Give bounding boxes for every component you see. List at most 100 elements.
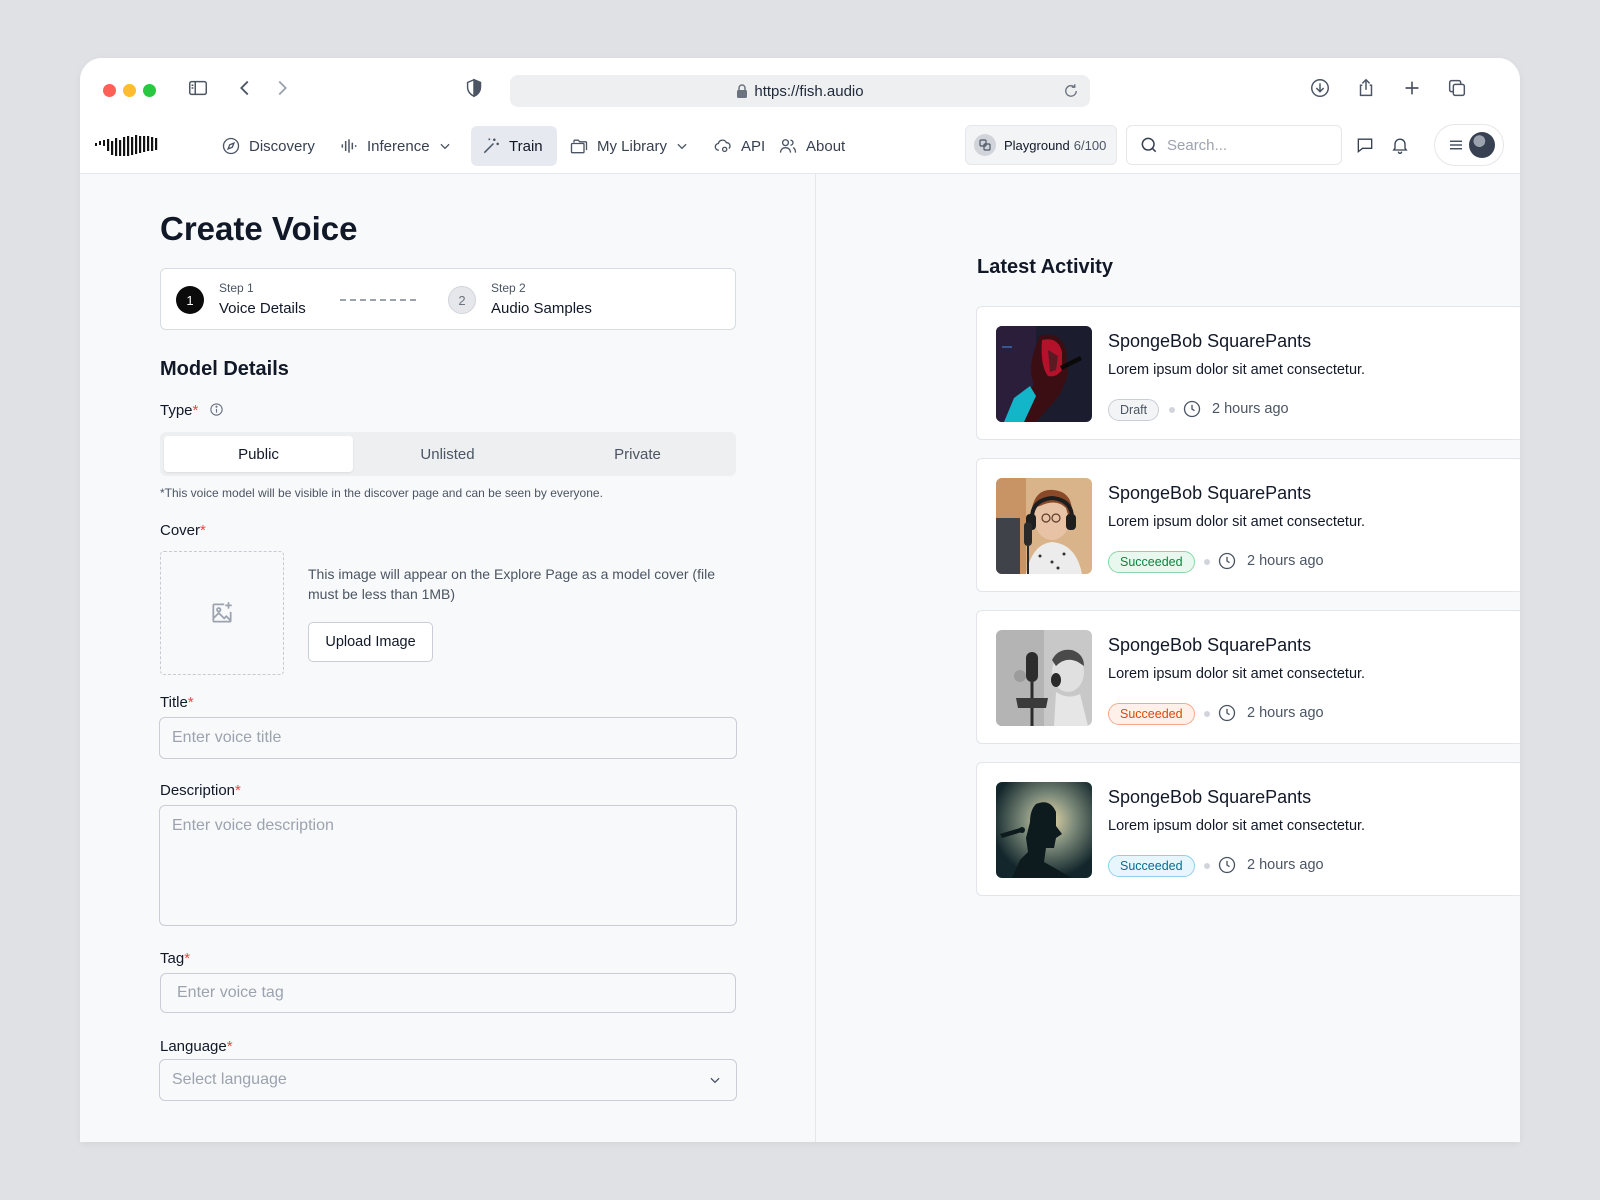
reload-icon[interactable] <box>1062 82 1080 100</box>
maximize-window-button[interactable] <box>143 84 156 97</box>
description-label-text: Description <box>160 782 236 799</box>
activity-card[interactable]: SpongeBob SquarePants Lorem ipsum dolor … <box>976 762 1520 896</box>
minimize-window-button[interactable] <box>123 84 136 97</box>
voice-cover-image <box>996 630 1092 726</box>
page-title: Create Voice <box>160 210 358 247</box>
status-badge: Draft <box>1108 399 1160 421</box>
new-tab-plus-icon[interactable] <box>1398 74 1426 102</box>
separator-dot <box>1204 711 1210 717</box>
tab-overview-icon[interactable] <box>1443 74 1471 102</box>
title-input[interactable]: Enter voice title <box>159 717 737 759</box>
language-label: Language* <box>160 1038 233 1055</box>
required-mark: * <box>235 782 241 799</box>
activity-time: 2 hours ago <box>1247 857 1324 873</box>
language-select[interactable]: Select language <box>159 1059 737 1101</box>
segment-public[interactable]: Public <box>164 436 353 472</box>
type-label: Type* <box>160 402 224 419</box>
activity-time: 2 hours ago <box>1247 705 1324 721</box>
step-1-number[interactable]: 1 <box>176 286 204 314</box>
playground-label: Playground <box>1004 137 1070 153</box>
forward-arrow-icon[interactable] <box>268 74 296 102</box>
close-window-button[interactable] <box>103 84 116 97</box>
separator-dot <box>1204 863 1210 869</box>
voice-cover-image <box>996 478 1092 574</box>
address-bar[interactable]: https://fish.audio <box>510 75 1090 107</box>
nav-about-label: About <box>806 137 846 155</box>
nav-discovery[interactable]: Discovery <box>211 126 325 166</box>
step-connector <box>340 299 416 301</box>
download-icon[interactable] <box>1306 74 1334 102</box>
users-icon <box>779 139 797 153</box>
shield-icon[interactable] <box>460 74 488 102</box>
upload-image-button[interactable]: Upload Image <box>308 622 433 662</box>
hamburger-menu-icon <box>1450 140 1462 150</box>
playground-count: 6/100 <box>1073 137 1107 153</box>
nav-train-label: Train <box>509 137 543 155</box>
share-icon[interactable] <box>1352 74 1380 102</box>
activity-title: SpongeBob SquarePants <box>1108 787 1312 807</box>
description-textarea[interactable]: Enter voice description <box>159 805 737 926</box>
type-label-text: Type <box>160 402 193 419</box>
tag-input[interactable]: Enter voice tag <box>160 973 736 1013</box>
activity-card[interactable]: SpongeBob SquarePants Lorem ipsum dolor … <box>976 306 1520 440</box>
nav-inference-label: Inference <box>367 137 430 155</box>
step-1-label[interactable]: Voice Details <box>219 300 306 317</box>
bell-icon[interactable] <box>1387 132 1413 158</box>
step-2-number[interactable]: 2 <box>448 286 476 314</box>
step-2-label[interactable]: Audio Samples <box>491 300 592 317</box>
status-badge: Succeeded <box>1108 551 1195 573</box>
visibility-segmented-control: Public Unlisted Private <box>160 432 736 476</box>
separator-dot <box>1204 559 1210 565</box>
latest-activity-title: Latest Activity <box>977 256 1113 278</box>
playground-icon <box>974 134 996 156</box>
separator-dot <box>1169 407 1175 413</box>
step-1-caption: Step 1 <box>219 281 254 295</box>
required-mark: * <box>187 694 194 711</box>
title-placeholder: Enter voice title <box>172 729 282 746</box>
chevron-down-icon <box>677 143 687 150</box>
add-image-icon <box>212 602 232 623</box>
chat-icon[interactable] <box>1352 132 1378 158</box>
activity-description: Lorem ipsum dolor sit amet consectetur. <box>1108 666 1366 682</box>
activity-title: SpongeBob SquarePants <box>1108 635 1312 655</box>
chevron-down-icon <box>440 143 450 150</box>
required-mark: * <box>226 1038 233 1055</box>
avatar <box>1469 132 1495 158</box>
segment-private[interactable]: Private <box>543 436 732 472</box>
nav-my-library[interactable]: My Library <box>559 126 699 166</box>
back-arrow-icon[interactable] <box>231 74 259 102</box>
tag-label-text: Tag <box>160 950 185 967</box>
nav-my-library-label: My Library <box>597 137 668 155</box>
cloud-gear-icon <box>714 139 731 153</box>
clock-icon <box>1218 552 1236 570</box>
info-icon[interactable] <box>209 402 224 417</box>
nav-discovery-label: Discovery <box>249 137 315 155</box>
description-placeholder: Enter voice description <box>172 817 334 834</box>
cover-label-text: Cover <box>160 522 201 539</box>
language-placeholder: Select language <box>172 1071 287 1088</box>
activity-card[interactable]: SpongeBob SquarePants Lorem ipsum dolor … <box>976 458 1520 592</box>
segment-unlisted[interactable]: Unlisted <box>353 436 542 472</box>
profile-menu-button[interactable] <box>1434 124 1504 166</box>
search-placeholder: Search... <box>1167 136 1228 154</box>
clock-icon <box>1218 856 1236 874</box>
waveform-icon <box>341 139 357 153</box>
search-input[interactable]: Search... <box>1126 125 1342 165</box>
nav-train[interactable]: Train <box>471 126 557 166</box>
url-text: https://fish.audio <box>754 82 864 100</box>
activity-card[interactable]: SpongeBob SquarePants Lorem ipsum dolor … <box>976 610 1520 744</box>
activity-description: Lorem ipsum dolor sit amet consectetur. <box>1108 362 1366 378</box>
nav-api[interactable]: API <box>703 126 775 166</box>
tag-label: Tag* <box>160 950 190 967</box>
folder-icon <box>570 139 588 154</box>
playground-button[interactable]: Playground 6/100 <box>965 125 1117 165</box>
description-label: Description* <box>160 782 241 799</box>
create-voice-panel: Create Voice 1 Step 1 Voice Details 2 St… <box>80 174 816 1142</box>
activity-title: SpongeBob SquarePants <box>1108 331 1312 351</box>
nav-about[interactable]: About <box>768 126 855 166</box>
sidebar-toggle-icon[interactable] <box>184 74 212 102</box>
fish-audio-logo[interactable] <box>95 132 165 160</box>
nav-inference[interactable]: Inference <box>329 126 462 166</box>
cover-dropzone[interactable] <box>160 551 284 675</box>
nav-api-label: API <box>741 137 766 155</box>
